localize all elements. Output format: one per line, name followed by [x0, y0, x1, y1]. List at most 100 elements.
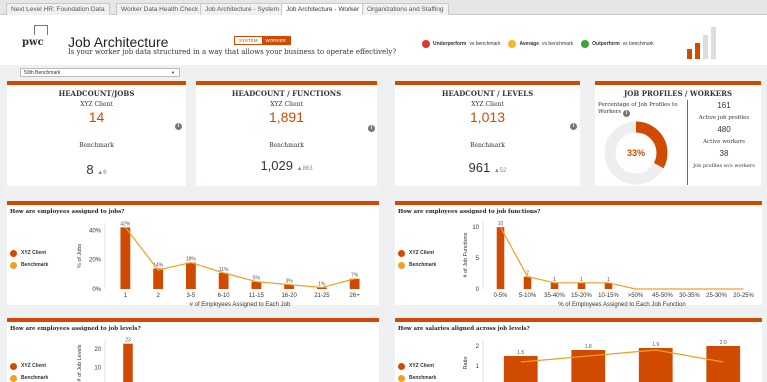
benchmark-dot-icon [10, 261, 17, 269]
panel-employees-to-jobs: How are employees assigned to jobs? XYZ … [7, 201, 379, 308]
tab-organizations-staffing[interactable]: Organizations and Staffing [362, 3, 449, 15]
bar-data-label: 1 [607, 277, 610, 283]
legend-xyz-client: XYZ Client [398, 247, 436, 259]
bar-data-label: 7% [351, 273, 359, 279]
legend-xyz-client-label: XYZ Client [409, 363, 435, 369]
y-tick-label: 5 [476, 256, 480, 262]
bar-xyz-client [218, 272, 229, 289]
legend-outperform-suffix: vs benchmark [622, 41, 654, 47]
kpi-jobs-bench-delta: ▲6 [97, 170, 107, 176]
legend-average-label: Average [519, 41, 540, 47]
bar-data-label: 1.8 [585, 344, 592, 350]
bar-data-label: 1 [553, 277, 556, 283]
kpi-card-job-profiles-workers: JOB PROFILES / WORKERS Percentage of Job… [595, 81, 761, 186]
y-tick-label: 20 [94, 347, 101, 353]
legend-xyz-client: XYZ Client [10, 247, 48, 259]
y-axis-label: # of Job Levels [77, 344, 83, 381]
profiles-stats: 161 Active job profiles 480 Active worke… [691, 101, 757, 173]
dashboard-header: pwc Job Architecture Is your worker job … [0, 15, 767, 65]
tab-job-architecture-worker[interactable]: Job Architecture - Worker [281, 3, 365, 15]
donut-value-label: 33% [627, 148, 645, 158]
bar-xyz-client [503, 356, 538, 382]
kpi-profiles-title: JOB PROFILES / WORKERS [624, 89, 732, 98]
page-subtitle: Is your worker job data structured in a … [68, 48, 397, 56]
kpi-profiles-pct-label: Percentage of Job Profiles to Workers i [598, 102, 678, 117]
kpi-functions-client-label: XYZ Client [270, 101, 303, 108]
x-tick-label: 0-5% [493, 293, 508, 299]
tab-job-architecture-system[interactable]: Job Architecture - System [200, 3, 285, 15]
panel-salaries-levels: How are salaries aligned across job leve… [395, 318, 762, 382]
performance-legend: Underperform vs benchmark Average vs ben… [422, 39, 654, 49]
stat-active-profiles-label: Active job profiles [698, 115, 750, 121]
kpi-levels-client-value: 1,013 [469, 109, 506, 125]
y-tick-label: 0 [476, 287, 480, 293]
profiles-donut-chart: 33% [604, 121, 668, 185]
kpi-profiles-pct-label-text: Percentage of Job Profiles to Workers [598, 102, 678, 115]
x-tick-label: 26+ [350, 293, 361, 299]
system-worker-toggle[interactable]: SYSTEM WORKER [234, 36, 291, 45]
x-tick-label: >50% [628, 293, 644, 299]
panel-employees-to-levels: How are employees assigned to job levels… [7, 318, 379, 382]
x-tick-label: 5-10% [519, 293, 537, 299]
client-dot-icon [10, 362, 17, 370]
y-tick-label: 0% [92, 287, 101, 293]
bar-xyz-client [123, 343, 133, 382]
stat-profiles-no-workers-label: Job profiles w/o workers [693, 163, 755, 169]
client-dot-icon [10, 249, 17, 257]
stat-active-workers-label: Active workers [703, 139, 745, 145]
kpi-functions-bench-value: 1,029 ▲863 [196, 158, 377, 173]
benchmark-select-value: 50th Benchmark [24, 70, 61, 76]
kpi-jobs-bench-number: 8 [86, 162, 94, 177]
x-tick-label: 2 [156, 293, 160, 299]
benchmark-line [520, 349, 724, 363]
kpi-levels-client-label: XYZ Client [471, 101, 504, 108]
kpi-levels-bench-label: Benchmark [470, 142, 505, 149]
info-icon[interactable]: i [623, 110, 631, 117]
profiles-divider [687, 100, 688, 185]
underperform-dot-icon [422, 40, 430, 48]
legend-benchmark: Benchmark [398, 259, 436, 271]
bar-data-label: 10 [498, 221, 504, 227]
bar-data-label: 18% [186, 257, 197, 263]
y-tick-label: 1 [476, 364, 480, 370]
legend-xyz-client: XYZ Client [398, 360, 436, 372]
legend-xyz-client: XYZ Client [10, 360, 48, 372]
legend-benchmark: Benchmark [10, 259, 48, 271]
client-dot-icon [398, 362, 405, 370]
bar-xyz-client [523, 276, 532, 289]
x-tick-label: 10-15% [598, 293, 619, 299]
x-axis-label: % of Employees Assigned to Each Job Func… [558, 302, 685, 308]
info-icon[interactable]: i [570, 123, 577, 130]
toggle-system[interactable]: SYSTEM [235, 37, 262, 44]
bar-data-label: 3% [286, 279, 294, 285]
chart-levels: 10 20 # of Job Levels 23 [77, 338, 133, 382]
tab-foundation-data[interactable]: Next Level HR: Foundation Data [6, 3, 110, 15]
y-tick-label: 10 [94, 366, 101, 372]
pwc-logo: pwc [22, 25, 52, 55]
bar-xyz-client [185, 262, 196, 289]
benchmark-dot-icon [10, 374, 17, 382]
x-tick-label: 20-25% [733, 293, 754, 299]
info-icon[interactable]: i [368, 125, 375, 132]
stat-active-profiles-value: 161 [717, 101, 731, 110]
kpi-jobs-client-label: XYZ Client [80, 101, 113, 108]
legend-xyz-client-label: XYZ Client [21, 250, 47, 256]
kpi-card-headcount-functions: HEADCOUNT / FUNCTIONS XYZ Client 1,891 i… [196, 81, 377, 186]
chart-salaries: 1 2 Ratio 1.5 1.8 1.9 2.0 [463, 340, 741, 382]
legend-average-suffix: vs benchmark [542, 41, 574, 47]
info-icon[interactable]: i [175, 123, 182, 130]
bar-data-label: 1 [580, 277, 583, 283]
tab-worker-data-health-check[interactable]: Worker Data Health Check [116, 3, 204, 15]
bar-xyz-client [550, 282, 559, 289]
kpi-jobs-bench-label: Benchmark [79, 142, 114, 149]
y-tick-label: 20% [89, 258, 102, 264]
outperform-dot-icon [581, 40, 590, 48]
bar-data-label: 1.9 [652, 342, 659, 348]
toggle-worker[interactable]: WORKER [261, 37, 290, 44]
bar-data-label: 23 [125, 338, 131, 344]
bar-xyz-client [496, 227, 505, 289]
panel-functions-legend: XYZ Client Benchmark [398, 247, 436, 271]
bar-xyz-client [120, 227, 131, 289]
average-dot-icon [508, 40, 517, 48]
benchmark-select[interactable]: 50th Benchmark ▼ [20, 68, 180, 77]
